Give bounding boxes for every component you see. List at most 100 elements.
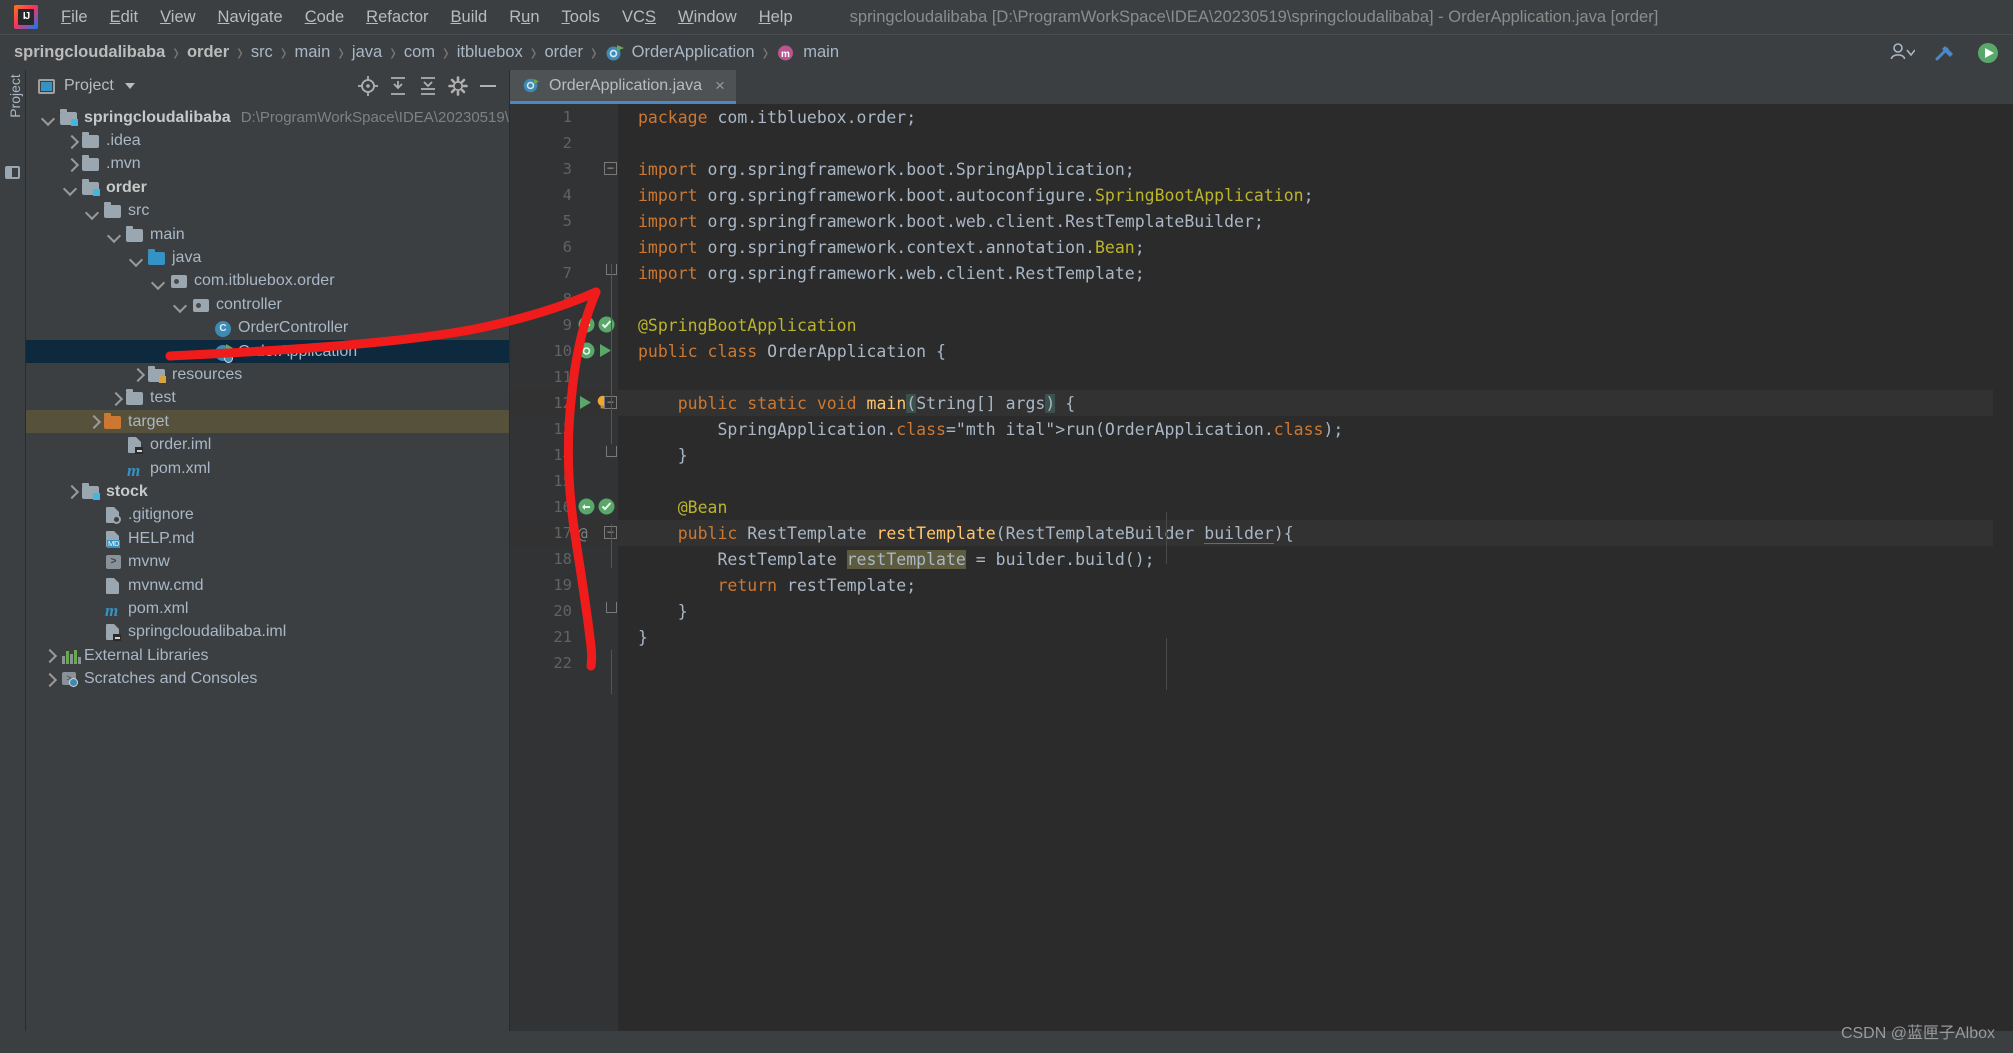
locate-target-icon[interactable] [353,73,383,99]
menu-item-navigate[interactable]: Navigate [207,5,294,30]
editor-tab-orderapplication[interactable]: OrderApplication.java × [510,70,736,104]
chevron-down-icon[interactable] [124,83,135,89]
tree-row-order-iml[interactable]: order.iml [26,433,509,456]
spring-bean-nav-icon[interactable] [578,498,595,519]
chevron-right-icon[interactable] [40,647,57,664]
spring-config-icon[interactable] [598,498,615,519]
gear-icon[interactable] [443,73,473,99]
tree-row-help-md[interactable]: MD HELP.md [26,527,509,550]
run-gutter-icon[interactable] [578,394,592,415]
hide-panel-icon[interactable] [473,73,503,99]
breadcrumb-item-orderapplication[interactable]: OrderApplication [605,43,755,62]
tree-row-com-itbluebox-order[interactable]: com.itbluebox.order [26,270,509,293]
tree-row-springcloudalibaba[interactable]: springcloudalibaba D:\ProgramWorkSpace\ID… [26,106,509,129]
chevron-right-icon[interactable] [62,156,79,173]
spring-bean-icon[interactable] [578,316,595,337]
code-line-7[interactable]: 7 import org.springframework.web.client.R… [510,260,2013,286]
chevron-right-icon[interactable] [62,483,79,500]
editor-scrollbar[interactable] [1993,104,2013,1053]
code-line-12[interactable]: 12− public static void main(String[] arg… [510,390,2013,416]
menu-item-vcs[interactable]: VCS [611,5,667,30]
chevron-down-icon[interactable] [40,109,57,126]
tree-row-resources[interactable]: resources [26,363,509,386]
chevron-right-icon[interactable] [128,366,145,383]
code-line-15[interactable]: 15 [510,468,2013,494]
code-line-22[interactable]: 22 [510,650,2013,676]
menu-item-refactor[interactable]: Refactor [355,5,439,30]
fold-collapse-icon[interactable]: − [604,162,617,175]
expand-all-icon[interactable] [413,73,443,99]
tree-row-controller[interactable]: controller [26,293,509,316]
tree-row-mvnw-cmd[interactable]: mvnw.cmd [26,574,509,597]
code-line-20[interactable]: 20 } [510,598,2013,624]
code-line-9[interactable]: 9 @SpringBootApplication [510,312,2013,338]
code-line-14[interactable]: 14 } [510,442,2013,468]
tree-row-test[interactable]: test [26,387,509,410]
code-line-6[interactable]: 6 import org.springframework.context.anno… [510,234,2013,260]
gutter-markers[interactable] [578,342,612,363]
menu-item-view[interactable]: View [149,5,206,30]
tree-row-external-libraries[interactable]: External Libraries [26,644,509,667]
annotation-at-icon[interactable]: @ [578,524,588,543]
menu-item-edit[interactable]: Edit [99,5,149,30]
fold-end-icon[interactable] [606,446,617,457]
chevron-down-icon[interactable] [150,273,167,290]
breadcrumb-item-src[interactable]: src [251,43,273,62]
code-line-19[interactable]: 19 return restTemplate; [510,572,2013,598]
menu-item-run[interactable]: Run [498,5,550,30]
tree-row-stock[interactable]: stock [26,480,509,503]
code-line-18[interactable]: 18 RestTemplate restTemplate = builder.b… [510,546,2013,572]
collapse-all-icon[interactable] [383,73,413,99]
tree-row-pom-xml[interactable]: m pom.xml [26,457,509,480]
run-icon[interactable] [598,342,612,363]
gutter-markers[interactable]: @ [578,524,588,543]
chevron-right-icon[interactable] [84,413,101,430]
code-line-21[interactable]: 21} [510,624,2013,650]
menu-item-help[interactable]: Help [748,5,804,30]
spring-boot-icon[interactable] [578,342,595,363]
gutter-markers[interactable] [578,316,615,337]
project-tool-label[interactable]: Project [7,65,23,127]
spring-config-icon[interactable] [598,316,615,337]
tree-row-scratches-and-consoles[interactable]: > Scratches and Consoles [26,667,509,690]
tree-row-main[interactable]: main [26,223,509,246]
code-line-2[interactable]: 2 [510,130,2013,156]
breadcrumb-item-main[interactable]: m main [776,43,839,62]
chevron-down-icon[interactable] [84,203,101,220]
breadcrumb-item-springcloudalibaba[interactable]: springcloudalibaba [14,43,165,62]
breadcrumb-item-itbluebox[interactable]: itbluebox [457,43,523,62]
code-line-8[interactable]: 8 [510,286,2013,312]
chevron-down-icon[interactable] [62,179,79,196]
code-line-13[interactable]: 13 SpringApplication.class="mth ital">ru… [510,416,2013,442]
code-line-17[interactable]: 17@− public RestTemplate restTemplate(Re… [510,520,2013,546]
run-icon[interactable] [1977,42,2003,64]
code-lines[interactable]: 1 package com.itbluebox.order; 2 3 − import o… [510,104,2013,1053]
chevron-right-icon[interactable] [106,390,123,407]
menu-item-file[interactable]: File [50,5,99,30]
tree-row--gitignore[interactable]: .gitignore [26,504,509,527]
tree-row--idea[interactable]: .idea [26,129,509,152]
menu-item-window[interactable]: Window [667,5,748,30]
menu-item-code[interactable]: Code [294,5,355,30]
code-editor[interactable]: 1 package com.itbluebox.order; 2 3 − import o… [510,104,2013,1053]
breadcrumb-item-order[interactable]: order [544,43,583,62]
menu-item-build[interactable]: Build [440,5,499,30]
breadcrumb-item-order[interactable]: order [187,43,229,62]
code-line-4[interactable]: 4 import org.springframework.boot.autocon… [510,182,2013,208]
fold-end-icon[interactable] [606,602,617,613]
chevron-down-icon[interactable] [106,226,123,243]
code-line-5[interactable]: 5 import org.springframework.boot.web.cli… [510,208,2013,234]
chevron-down-icon[interactable] [128,250,145,267]
breadcrumb-item-com[interactable]: com [404,43,435,62]
tree-row-target[interactable]: target [26,410,509,434]
project-tree[interactable]: springcloudalibaba D:\ProgramWorkSpace\ID… [26,102,509,1053]
hammer-build-icon[interactable] [1933,42,1959,64]
code-line-11[interactable]: 11 [510,364,2013,390]
code-line-1[interactable]: 1 package com.itbluebox.order; [510,104,2013,130]
tree-row-java[interactable]: java [26,246,509,269]
chevron-right-icon[interactable] [40,671,57,688]
user-icon[interactable] [1889,42,1916,64]
close-icon[interactable]: × [715,76,725,96]
menu-item-tools[interactable]: Tools [551,5,612,30]
chevron-right-icon[interactable] [62,133,79,150]
